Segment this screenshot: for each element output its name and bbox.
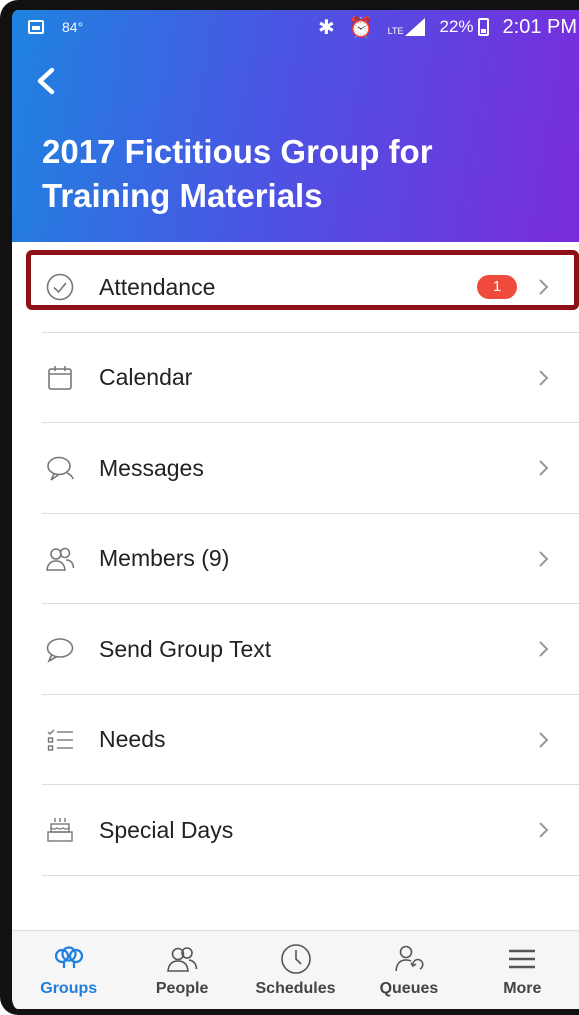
bluetooth-icon: ✱ bbox=[317, 16, 335, 39]
check-circle-icon bbox=[43, 270, 77, 304]
menu-item-label: Special Days bbox=[99, 816, 234, 843]
back-button[interactable] bbox=[34, 65, 58, 103]
tab-label: Groups bbox=[40, 980, 98, 997]
menu-item-label: Needs bbox=[99, 726, 166, 753]
group-menu-list: Attendance 1 Calendar Messages Members (… bbox=[12, 242, 579, 876]
menu-item-special-days[interactable]: Special Days bbox=[12, 785, 579, 876]
chevron-right-icon bbox=[539, 551, 549, 567]
battery-percent: 22% bbox=[439, 17, 474, 36]
chat-bubbles-icon bbox=[43, 451, 77, 485]
battery-icon bbox=[477, 18, 489, 36]
menu-item-calendar[interactable]: Calendar bbox=[12, 333, 579, 424]
chevron-left-icon bbox=[37, 67, 55, 95]
tab-label: People bbox=[155, 980, 209, 997]
menu-item-needs[interactable]: Needs bbox=[12, 695, 579, 786]
people-icon bbox=[167, 947, 198, 972]
chevron-right-icon bbox=[539, 822, 549, 838]
temperature: 84° bbox=[62, 19, 84, 35]
menu-item-label: Messages bbox=[99, 454, 204, 481]
menu-item-members[interactable]: Members (9) bbox=[12, 514, 579, 605]
status-bar: 84° ✱ ⏰ LTE 22% 2:01 PM bbox=[12, 10, 579, 44]
chevron-right-icon bbox=[539, 279, 549, 295]
tab-label: Queues bbox=[379, 980, 439, 997]
tab-schedules[interactable]: Schedules bbox=[239, 931, 352, 1009]
person-refresh-icon bbox=[395, 945, 424, 972]
people-icon bbox=[43, 542, 77, 576]
tab-label: More bbox=[503, 980, 542, 997]
menu-item-label: Calendar bbox=[99, 364, 193, 391]
menu-item-attendance[interactable]: Attendance 1 bbox=[12, 242, 579, 333]
menu-item-label: Members (9) bbox=[99, 545, 230, 572]
chevron-right-icon bbox=[539, 460, 549, 476]
hamburger-menu-icon bbox=[509, 949, 536, 969]
group-header: 84° ✱ ⏰ LTE 22% 2:01 PM 2017 Fictitious … bbox=[12, 10, 579, 242]
phone-screen: 84° ✱ ⏰ LTE 22% 2:01 PM 2017 Fictitious … bbox=[0, 0, 579, 1015]
tab-queues[interactable]: Queues bbox=[352, 931, 465, 1009]
tab-groups[interactable]: Groups bbox=[12, 931, 125, 1009]
chevron-right-icon bbox=[539, 732, 549, 748]
groups-icon bbox=[54, 946, 83, 968]
menu-item-send-group-text[interactable]: Send Group Text bbox=[12, 604, 579, 695]
bottom-tab-bar: Groups People Schedules Queues More bbox=[12, 930, 579, 1009]
chevron-right-icon bbox=[539, 641, 549, 657]
image-notification-icon bbox=[28, 20, 44, 34]
network-type: LTE bbox=[387, 26, 404, 36]
tab-more[interactable]: More bbox=[466, 931, 579, 1009]
menu-item-label: Send Group Text bbox=[99, 635, 272, 662]
tab-people[interactable]: People bbox=[125, 931, 238, 1009]
tab-label: Schedules bbox=[255, 980, 336, 997]
chevron-right-icon bbox=[539, 370, 549, 386]
speech-bubble-icon bbox=[43, 632, 77, 666]
attendance-badge: 1 bbox=[477, 275, 517, 300]
group-title: 2017 Fictitious Group for Training Mater… bbox=[42, 133, 433, 214]
clock-time: 2:01 PM bbox=[502, 15, 577, 38]
calendar-icon bbox=[43, 361, 77, 395]
alarm-clock-icon: ⏰ bbox=[348, 16, 374, 39]
signal-strength-icon bbox=[405, 18, 426, 36]
menu-item-label: Attendance bbox=[99, 273, 216, 300]
menu-item-messages[interactable]: Messages bbox=[12, 423, 579, 514]
birthday-cake-icon bbox=[43, 813, 77, 847]
checklist-icon bbox=[43, 723, 77, 757]
clock-icon bbox=[280, 944, 311, 974]
